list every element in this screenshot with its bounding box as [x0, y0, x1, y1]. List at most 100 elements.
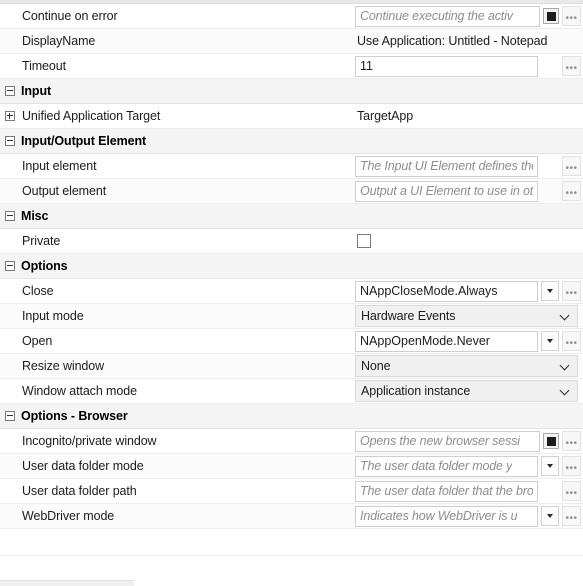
property-value-cell: Output a UI Element to use in ot •••	[345, 179, 583, 204]
group-header-input[interactable]: Input	[0, 79, 583, 104]
dropdown-caret-button[interactable]	[541, 281, 559, 301]
ellipsis-button[interactable]: •••	[562, 281, 581, 301]
ellipsis-button[interactable]: •••	[562, 506, 581, 526]
combo-box-input-mode[interactable]: Hardware Events	[355, 305, 578, 327]
variable-square-icon	[547, 12, 556, 21]
expand-plus-icon[interactable]	[5, 111, 15, 121]
property-value-cell: NAppCloseMode.Always •••	[345, 279, 583, 304]
text-input-output-element[interactable]: Output a UI Element to use in ot	[355, 181, 538, 202]
ellipsis-button[interactable]: •••	[562, 456, 581, 476]
property-value-text: TargetApp	[345, 109, 413, 123]
table-row: Output elementOutput a UI Element to use…	[0, 179, 583, 204]
text-input-incognito-private-window[interactable]: Opens the new browser sessi	[355, 431, 540, 452]
private-checkbox[interactable]	[357, 234, 371, 248]
dropdown-caret-button[interactable]	[541, 506, 559, 526]
property-value-cell: 11 •••	[345, 54, 583, 79]
table-row: CloseNAppCloseMode.Always•••	[0, 279, 583, 304]
row-expander-cell	[0, 111, 17, 121]
combo-box-resize-window[interactable]: None	[355, 355, 578, 377]
combo-box-value: None	[361, 359, 390, 373]
group-header-options[interactable]: Options	[0, 254, 583, 279]
group-header-label: Options - Browser	[21, 409, 128, 423]
property-value-cell	[345, 229, 583, 254]
property-name-label: User data folder mode	[17, 459, 345, 473]
collapse-minus-icon[interactable]	[5, 86, 15, 96]
text-input-placeholder: The Input UI Element defines the	[360, 159, 533, 173]
combo-box-window-attach-mode[interactable]: Application instance	[355, 380, 578, 402]
property-name-label: Resize window	[17, 359, 345, 373]
dropdown-caret-button[interactable]	[541, 331, 559, 351]
text-input-value: NAppCloseMode.Always	[360, 284, 498, 298]
property-value-cell: Hardware Events	[345, 304, 583, 329]
table-row: Unified Application TargetTargetApp	[0, 104, 583, 129]
table-row: Continue on errorContinue executing the …	[0, 4, 583, 29]
ellipsis-button[interactable]: •••	[562, 431, 581, 451]
property-value-cell: Application instance	[345, 379, 583, 404]
combo-box-value: Application instance	[361, 384, 470, 398]
ellipsis-button[interactable]: •••	[562, 331, 581, 351]
table-row: Incognito/private windowOpens the new br…	[0, 429, 583, 454]
dropdown-caret-button[interactable]	[541, 456, 559, 476]
text-input-placeholder: Indicates how WebDriver is u	[360, 509, 517, 523]
table-row: Timeout11•••	[0, 54, 583, 79]
grid-empty-area	[0, 529, 583, 555]
text-input-user-data-folder-mode[interactable]: The user data folder mode y	[355, 456, 538, 477]
property-value-cell: Use Application: Untitled - Notepad	[345, 29, 583, 54]
variable-square-icon	[547, 437, 556, 446]
property-name-label: DisplayName	[17, 34, 345, 48]
collapse-minus-icon[interactable]	[5, 211, 15, 221]
collapse-minus-icon[interactable]	[5, 411, 15, 421]
text-input-placeholder: The user data folder mode y	[360, 459, 512, 473]
text-input-user-data-folder-path[interactable]: The user data folder that the bro	[355, 481, 538, 502]
ellipsis-button[interactable]: •••	[562, 156, 581, 176]
group-header-label: Input/Output Element	[21, 134, 146, 148]
collapse-minus-icon[interactable]	[5, 136, 15, 146]
ellipsis-button[interactable]: •••	[562, 56, 581, 76]
table-row: Window attach mode Application instance	[0, 379, 583, 404]
text-input-input-element[interactable]: The Input UI Element defines the	[355, 156, 538, 177]
chevron-down-icon	[560, 386, 571, 397]
property-value-text: Use Application: Untitled - Notepad	[345, 34, 547, 48]
table-row: DisplayNameUse Application: Untitled - N…	[0, 29, 583, 54]
text-input-placeholder: Continue executing the activ	[360, 9, 513, 23]
property-name-label: Incognito/private window	[17, 434, 345, 448]
group-header-label: Input	[21, 84, 51, 98]
ellipsis-button[interactable]: •••	[562, 6, 581, 26]
table-row: Input elementThe Input UI Element define…	[0, 154, 583, 179]
group-header-misc[interactable]: Misc	[0, 204, 583, 229]
text-input-timeout[interactable]: 11	[355, 56, 538, 77]
variable-expression-button[interactable]	[543, 433, 559, 449]
text-input-placeholder: The user data folder that the bro	[360, 484, 533, 498]
ellipsis-button[interactable]: •••	[562, 181, 581, 201]
property-value-cell: The user data folder mode y •••	[345, 454, 583, 479]
text-input-close[interactable]: NAppCloseMode.Always	[355, 281, 538, 302]
property-name-label: WebDriver mode	[17, 509, 345, 523]
property-name-label: Output element	[17, 184, 345, 198]
group-header-label: Options	[21, 259, 68, 273]
ellipsis-button[interactable]: •••	[562, 481, 581, 501]
property-value-cell: Indicates how WebDriver is u •••	[345, 504, 583, 529]
text-input-placeholder: Output a UI Element to use in ot	[360, 184, 533, 198]
text-input-value: 11	[360, 59, 373, 73]
property-value-cell: Opens the new browser sessi •••	[345, 429, 583, 454]
chevron-down-icon	[560, 311, 571, 322]
text-input-webdriver-mode[interactable]: Indicates how WebDriver is u	[355, 506, 538, 527]
collapse-minus-icon[interactable]	[5, 261, 15, 271]
table-row: Input modeHardware Events	[0, 304, 583, 329]
property-value-cell: The user data folder that the bro •••	[345, 479, 583, 504]
table-row: User data folder pathThe user data folde…	[0, 479, 583, 504]
text-input-open[interactable]: NAppOpenMode.Never	[355, 331, 538, 352]
properties-panel: Continue on errorContinue executing the …	[0, 0, 583, 586]
table-row: WebDriver modeIndicates how WebDriver is…	[0, 504, 583, 529]
property-name-label: Unified Application Target	[17, 109, 345, 123]
group-header-options-browser[interactable]: Options - Browser	[0, 404, 583, 429]
variable-expression-button[interactable]	[543, 8, 559, 24]
property-name-label: User data folder path	[17, 484, 345, 498]
chevron-down-icon	[560, 361, 571, 372]
properties-grid: Continue on errorContinue executing the …	[0, 4, 583, 529]
property-name-label: Open	[17, 334, 345, 348]
group-header-input-output-element[interactable]: Input/Output Element	[0, 129, 583, 154]
text-input-continue-on-error[interactable]: Continue executing the activ	[355, 6, 540, 27]
property-name-label: Private	[17, 234, 345, 248]
property-name-label: Window attach mode	[17, 384, 345, 398]
